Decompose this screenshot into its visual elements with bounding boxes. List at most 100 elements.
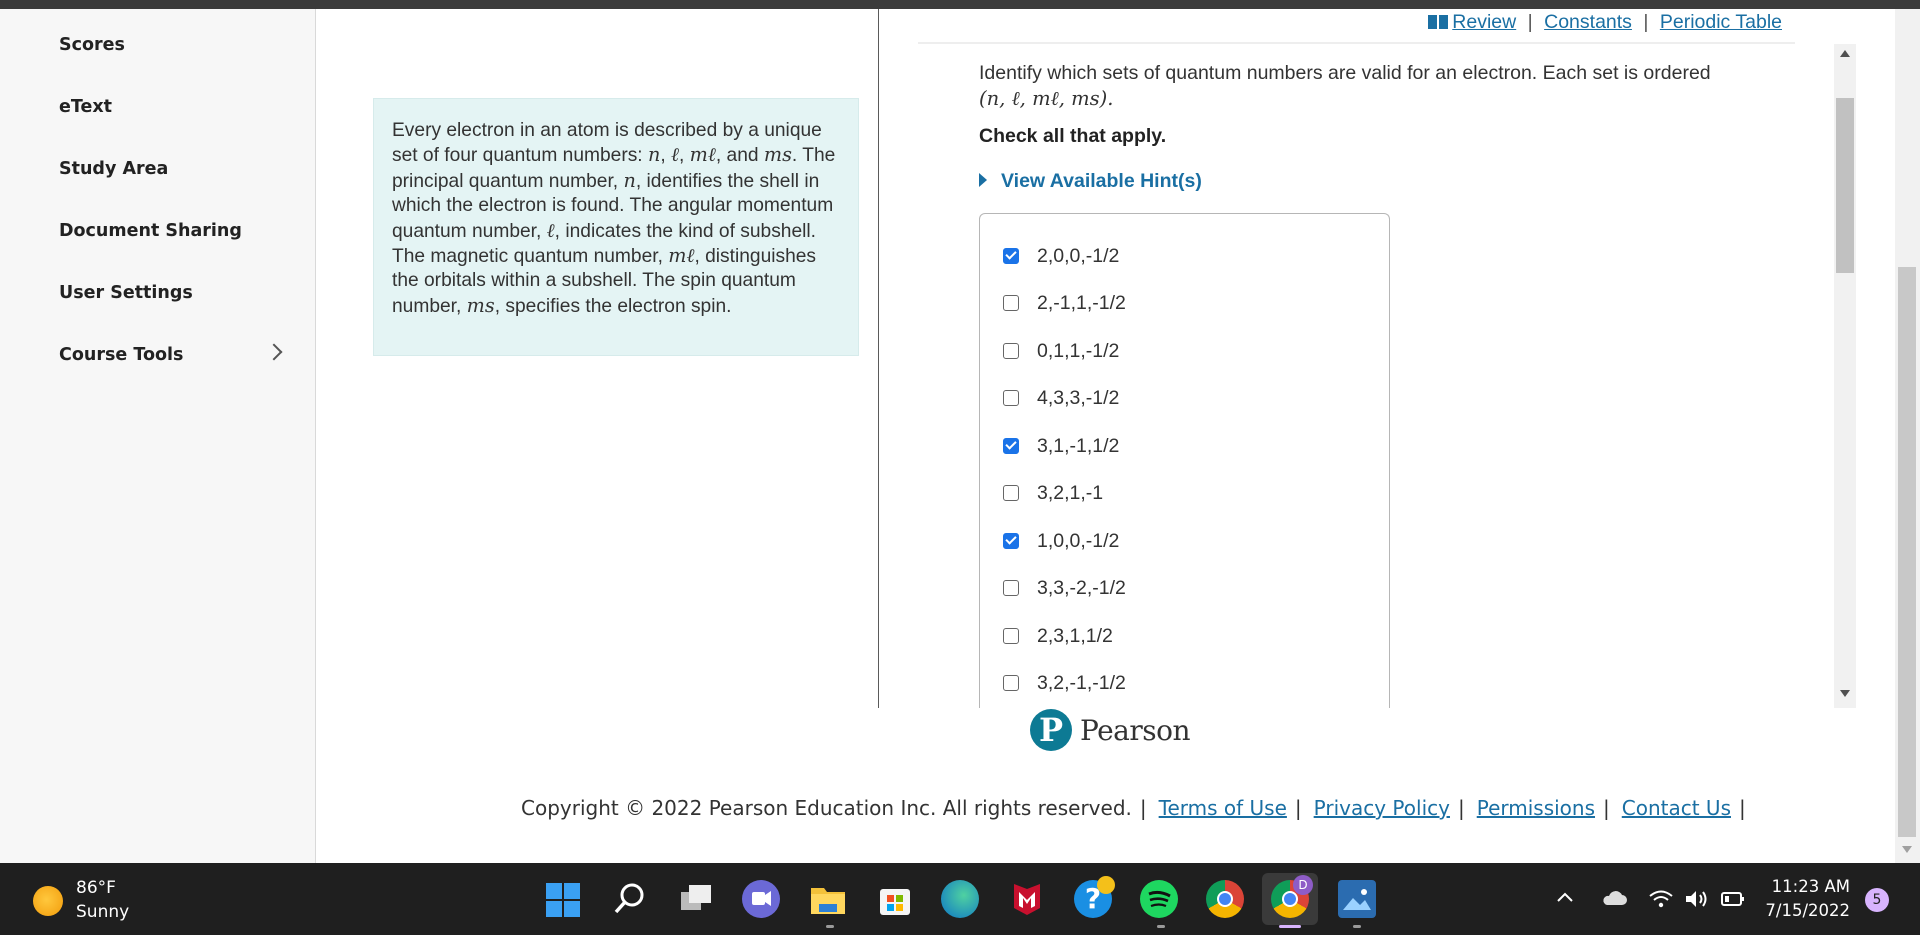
sidebar-item-etext[interactable]: eText <box>59 97 112 117</box>
option-row[interactable]: 3,2,-1,-1/2 <box>1003 669 1126 697</box>
clock-time[interactable]: 11:23 AM <box>1762 877 1850 896</box>
help-badge-icon <box>1097 876 1115 894</box>
checkbox[interactable] <box>1003 533 1019 549</box>
page-scrollbar-thumb[interactable] <box>1898 267 1916 837</box>
content-scrollbar-thumb[interactable] <box>1836 98 1854 273</box>
checkbox[interactable] <box>1003 485 1019 501</box>
math-l: ℓ <box>546 218 555 242</box>
notification-badge[interactable]: 5 <box>1865 888 1889 912</box>
window-top-strip <box>0 0 1920 9</box>
checkbox[interactable] <box>1003 628 1019 644</box>
hint-label: View Available Hint(s) <box>1001 170 1202 192</box>
page-scroll-down-icon[interactable] <box>1902 846 1912 853</box>
intro-text: , <box>660 145 671 167</box>
math-ml: mℓ <box>668 244 695 268</box>
cloud-icon[interactable] <box>1600 888 1628 913</box>
option-label: 2,3,1,1/2 <box>1037 624 1113 647</box>
view-hints-toggle[interactable]: View Available Hint(s) <box>979 170 1202 193</box>
review-link[interactable]: Review <box>1428 11 1516 33</box>
spotify-icon[interactable] <box>1140 880 1178 918</box>
search-icon[interactable] <box>611 880 649 918</box>
contact-link[interactable]: Contact Us <box>1622 796 1731 820</box>
chevron-up-icon[interactable] <box>1555 888 1575 913</box>
terms-link[interactable]: Terms of Use <box>1159 796 1287 820</box>
checkbox[interactable] <box>1003 675 1019 691</box>
running-indicator <box>826 925 834 928</box>
option-row[interactable]: 2,-1,1,-1/2 <box>1003 289 1126 317</box>
content-scrollbar[interactable] <box>1834 44 1856 708</box>
wifi-icon[interactable] <box>1648 888 1674 915</box>
file-explorer-icon[interactable] <box>809 880 847 918</box>
resource-links: Review | Constants | Periodic Table <box>1428 11 1782 34</box>
checkbox[interactable] <box>1003 438 1019 454</box>
option-row[interactable]: 1,0,0,-1/2 <box>1003 527 1119 555</box>
sidebar-item-user-settings[interactable]: User Settings <box>59 283 193 303</box>
checkbox[interactable] <box>1003 390 1019 406</box>
sidebar-item-course-tools[interactable]: Course Tools <box>59 345 183 365</box>
pearson-logo: P Pearson <box>1030 706 1191 754</box>
option-label: 3,2,1,-1 <box>1037 481 1104 504</box>
footer-links: Copyright © 2022 Pearson Education Inc. … <box>521 796 1758 820</box>
math-n: n <box>647 143 661 167</box>
mcafee-icon[interactable] <box>1008 880 1046 918</box>
course-sidebar: Scores eText Study Area Document Sharing… <box>0 9 316 863</box>
option-label: 3,2,-1,-1/2 <box>1037 671 1126 694</box>
option-row[interactable]: 3,3,-2,-1/2 <box>1003 574 1126 602</box>
constants-link[interactable]: Constants <box>1544 11 1632 33</box>
header-rule <box>918 42 1795 44</box>
math-ms: ms <box>763 143 792 167</box>
option-label: 4,3,3,-1/2 <box>1037 386 1120 409</box>
chrome-icon[interactable] <box>1206 880 1244 918</box>
scroll-down-icon[interactable] <box>1840 690 1850 697</box>
teams-chat-icon[interactable] <box>742 880 780 918</box>
windows-icon[interactable] <box>546 883 580 917</box>
book-icon <box>1428 15 1449 29</box>
sun-icon[interactable] <box>33 886 63 916</box>
running-indicator <box>1157 925 1165 928</box>
periodic-table-link[interactable]: Periodic Table <box>1660 11 1782 33</box>
separator: | <box>1527 11 1533 33</box>
task-view-icon[interactable] <box>677 880 715 918</box>
caret-right-icon <box>979 173 987 187</box>
privacy-link[interactable]: Privacy Policy <box>1314 796 1450 820</box>
option-row[interactable]: 3,1,-1,1/2 <box>1003 432 1119 460</box>
review-label: Review <box>1452 11 1517 33</box>
separator: | <box>1643 11 1649 33</box>
permissions-link[interactable]: Permissions <box>1477 796 1595 820</box>
photos-icon[interactable] <box>1338 880 1376 918</box>
separator: | <box>1457 796 1465 820</box>
clock-date[interactable]: 7/15/2022 <box>1762 901 1850 920</box>
scroll-up-icon[interactable] <box>1840 50 1850 57</box>
active-indicator <box>1279 925 1301 928</box>
store-icon[interactable] <box>876 880 914 918</box>
weather-temp[interactable]: 86°F <box>76 878 116 898</box>
option-label: 2,0,0,-1/2 <box>1037 244 1120 267</box>
checkbox[interactable] <box>1003 343 1019 359</box>
sidebar-item-document-sharing[interactable]: Document Sharing <box>59 221 242 241</box>
option-row[interactable]: 2,3,1,1/2 <box>1003 622 1113 650</box>
math-ms: ms <box>466 293 495 317</box>
separator: | <box>1294 796 1302 820</box>
battery-icon[interactable] <box>1720 889 1746 914</box>
answer-options: 2,0,0,-1/2 2,-1,1,-1/2 0,1,1,-1/2 4,3,3,… <box>979 213 1390 708</box>
checkbox[interactable] <box>1003 295 1019 311</box>
page-scrollbar[interactable] <box>1895 9 1920 863</box>
volume-icon[interactable] <box>1683 888 1711 915</box>
profile-badge: D <box>1293 875 1313 895</box>
option-row[interactable]: 3,2,1,-1 <box>1003 479 1103 507</box>
question-text: Identify which sets of quantum numbers a… <box>979 62 1711 84</box>
check-all-instruction: Check all that apply. <box>979 125 1167 147</box>
option-row[interactable]: 4,3,3,-1/2 <box>1003 384 1119 412</box>
sidebar-item-study-area[interactable]: Study Area <box>59 159 168 179</box>
running-indicator <box>1353 925 1361 928</box>
weather-condition[interactable]: Sunny <box>76 902 129 922</box>
option-label: 0,1,1,-1/2 <box>1037 339 1120 362</box>
checkbox[interactable] <box>1003 580 1019 596</box>
option-row[interactable]: 2,0,0,-1/2 <box>1003 242 1119 270</box>
sidebar-item-scores[interactable]: Scores <box>59 35 125 55</box>
edge-icon[interactable] <box>941 880 979 918</box>
option-label: 3,1,-1,1/2 <box>1037 434 1120 457</box>
separator: | <box>1139 796 1147 820</box>
checkbox[interactable] <box>1003 248 1019 264</box>
option-row[interactable]: 0,1,1,-1/2 <box>1003 337 1119 365</box>
